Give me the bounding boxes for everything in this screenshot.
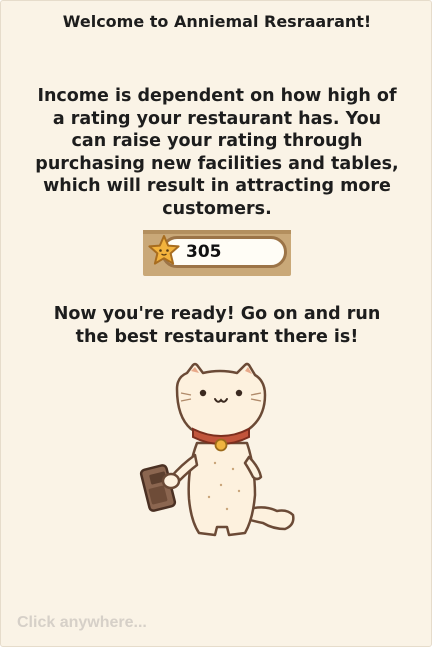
dialog-title: Welcome to Anniemal Resraarant! [62,12,372,31]
ready-message: Now you're ready! Go on and run the best… [31,303,403,348]
rating-display: 305 [143,230,291,276]
body-line: customers. [162,198,272,219]
body-line: Income is dependent on how high of [37,86,397,106]
ready-line: Now you're ready! Go on and run [53,304,381,324]
ready-line: the best restaurant there is! [75,326,359,347]
star-icon [148,235,180,265]
click-anywhere-hint: Click anywhere... [17,614,147,631]
body-line: which will result in attracting more [43,176,391,197]
tutorial-dialog[interactable]: Welcome to Anniemal Resraarant! Income i… [0,0,432,647]
body-line: can raise your rating through [71,131,363,152]
body-line: a rating your restaurant has. You [52,108,382,129]
dialog-body-text: Income is dependent on how high of a rat… [21,85,413,221]
cat-mascot-illustration [139,362,295,537]
rating-value: 305 [186,242,222,262]
body-line: purchasing new facilities and tables, [35,153,399,174]
collar-bell-icon [214,438,228,452]
